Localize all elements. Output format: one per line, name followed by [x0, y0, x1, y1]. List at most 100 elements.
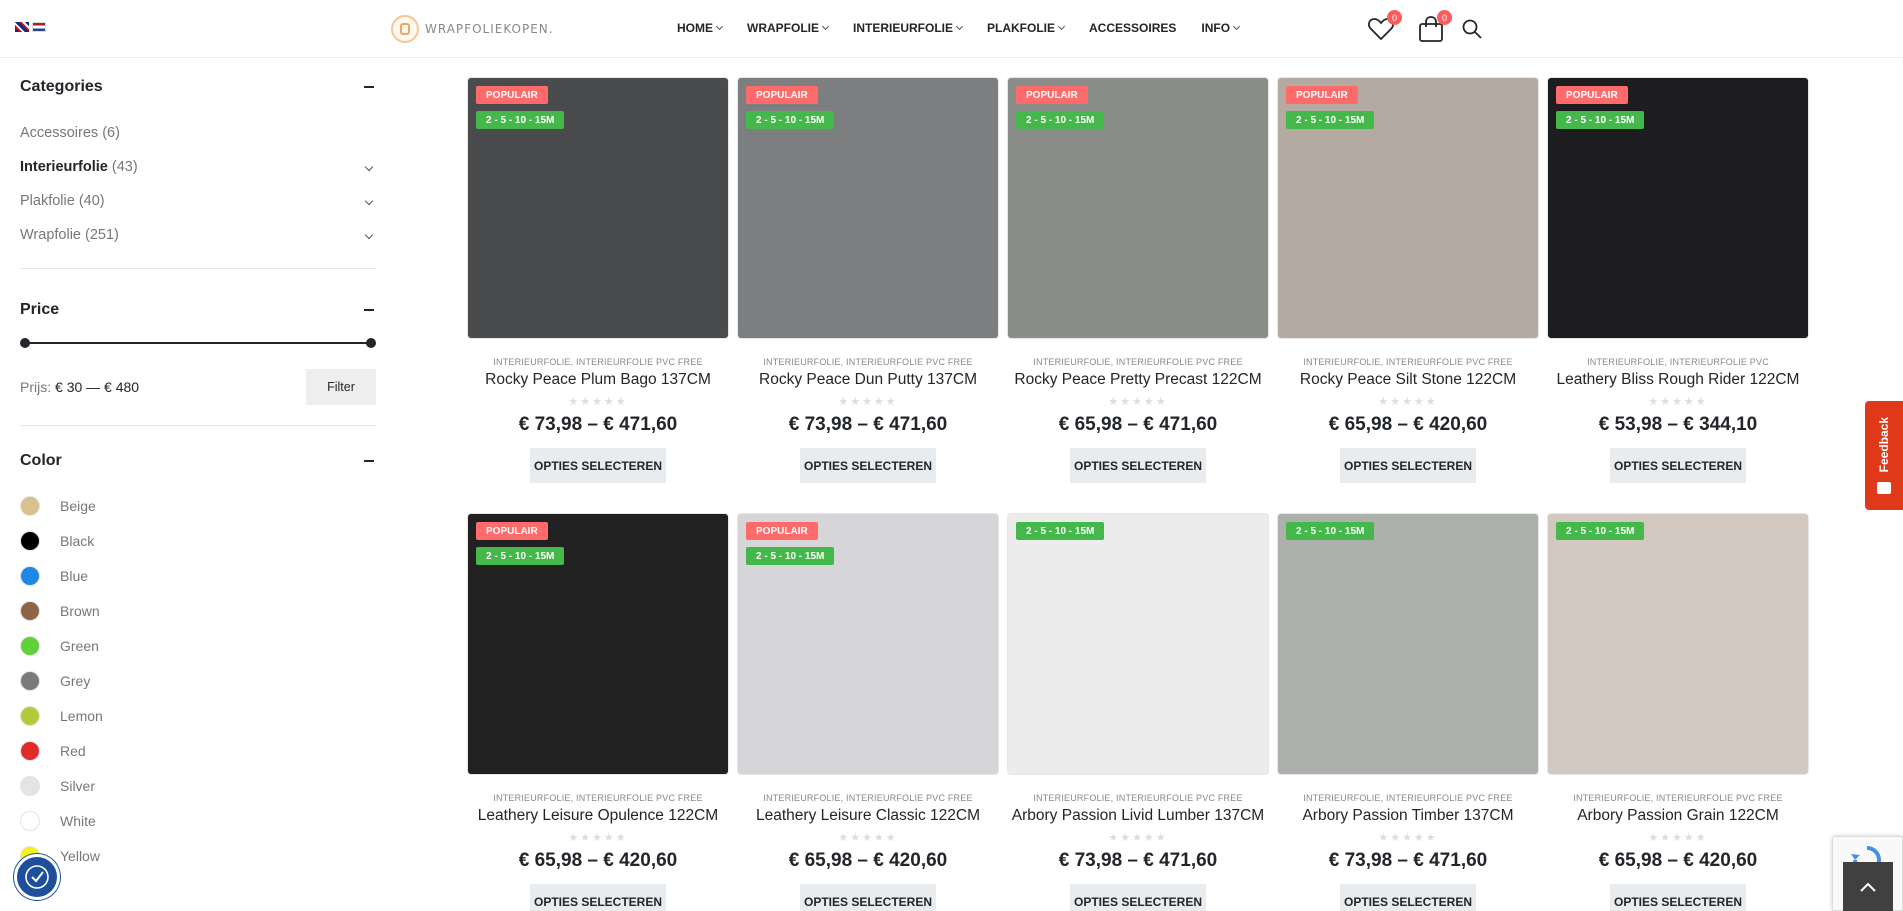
chevron-down-icon[interactable] [364, 162, 374, 172]
price-range-slider[interactable] [20, 337, 376, 349]
chevron-down-icon [955, 22, 964, 31]
category-item-accessoires[interactable]: Accessoires (6) [20, 116, 376, 150]
slider-handle-max[interactable] [366, 338, 376, 348]
slider-handle-min[interactable] [20, 338, 30, 348]
product-categories[interactable]: INTERIEURFOLIE, INTERIEURFOLIE PVC FREE [737, 793, 999, 803]
product-title[interactable]: Rocky Peace Silt Stone 122CM [1277, 371, 1539, 389]
color-option-red[interactable]: Red [20, 733, 376, 768]
color-option-yellow[interactable]: Yellow [20, 838, 376, 873]
product-title[interactable]: Leathery Leisure Opulence 122CM [467, 807, 729, 825]
product-categories[interactable]: INTERIEURFOLIE, INTERIEURFOLIE PVC FREE [737, 357, 999, 367]
chevron-down-icon[interactable] [364, 230, 374, 240]
nav-item-plakfolie[interactable]: PLAKFOLIE [987, 21, 1066, 35]
product-categories[interactable]: INTERIEURFOLIE, INTERIEURFOLIE PVC FREE [1277, 357, 1539, 367]
category-label: Accessoires (6) [20, 125, 120, 141]
filter-button[interactable]: Filter [306, 369, 376, 405]
category-item-plakfolie[interactable]: Plakfolie (40) [20, 184, 376, 218]
product-image[interactable]: POPULAIR 2 - 5 - 10 - 15M [1277, 77, 1539, 339]
chevron-down-icon[interactable] [364, 196, 374, 206]
color-option-grey[interactable]: Grey [20, 663, 376, 698]
nav-item-accessoires[interactable]: ACCESSOIRES [1089, 21, 1176, 35]
color-option-lemon[interactable]: Lemon [20, 698, 376, 733]
product-categories[interactable]: INTERIEURFOLIE, INTERIEURFOLIE PVC FREE [1547, 793, 1809, 803]
select-options-button[interactable]: OPTIES SELECTEREN [530, 884, 666, 911]
product-categories[interactable]: INTERIEURFOLIE, INTERIEURFOLIE PVC [1547, 357, 1809, 367]
product-price: € 73,98 – € 471,60 [518, 414, 678, 435]
select-options-button[interactable]: OPTIES SELECTEREN [1070, 448, 1206, 483]
select-options-button[interactable]: OPTIES SELECTEREN [800, 884, 936, 911]
cart-button[interactable]: 0 [1416, 10, 1452, 44]
color-option-green[interactable]: Green [20, 628, 376, 663]
popular-badge: POPULAIR [476, 522, 548, 540]
product-title[interactable]: Arbory Passion Grain 122CM [1547, 807, 1809, 825]
select-options-button[interactable]: OPTIES SELECTEREN [1340, 884, 1476, 911]
color-option-brown[interactable]: Brown [20, 593, 376, 628]
categories-widget-header[interactable]: Categories [20, 78, 376, 96]
product-price: € 65,98 – € 420,60 [1328, 414, 1488, 435]
product-image[interactable]: 2 - 5 - 10 - 15M [1007, 513, 1269, 775]
category-list: Accessoires (6) Interieurfolie (43) Plakfo… [20, 116, 376, 252]
length-badge: 2 - 5 - 10 - 15M [1556, 522, 1645, 540]
product-image[interactable]: POPULAIR 2 - 5 - 10 - 15M [1547, 77, 1809, 339]
product-image[interactable]: POPULAIR 2 - 5 - 10 - 15M [1007, 77, 1269, 339]
select-options-button[interactable]: OPTIES SELECTEREN [1340, 448, 1476, 483]
category-item-wrapfolie[interactable]: Wrapfolie (251) [20, 218, 376, 252]
product-categories[interactable]: INTERIEURFOLIE, INTERIEURFOLIE PVC FREE [1277, 793, 1539, 803]
product-title[interactable]: Arbory Passion Timber 137CM [1277, 807, 1539, 825]
chevron-down-icon [821, 22, 830, 31]
color-option-black[interactable]: Black [20, 523, 376, 558]
collapse-icon[interactable] [364, 309, 374, 311]
product-title[interactable]: Rocky Peace Pretty Precast 122CM [1007, 371, 1269, 389]
product-categories[interactable]: INTERIEURFOLIE, INTERIEURFOLIE PVC FREE [467, 793, 729, 803]
accessibility-button[interactable] [14, 854, 60, 900]
color-option-blue[interactable]: Blue [20, 558, 376, 593]
wishlist-button[interactable]: 0 [1366, 10, 1402, 44]
product-categories[interactable]: INTERIEURFOLIE, INTERIEURFOLIE PVC FREE [467, 357, 729, 367]
nav-item-info[interactable]: INFO [1201, 21, 1241, 35]
product-title[interactable]: Rocky Peace Plum Bago 137CM [467, 371, 729, 389]
product-title[interactable]: Arbory Passion Livid Lumber 137CM [1007, 807, 1269, 825]
feedback-icon [1877, 482, 1891, 495]
collapse-icon[interactable] [364, 460, 374, 462]
logo[interactable]: WRAPFOLIEKOPEN. [391, 15, 554, 43]
search-button[interactable] [1462, 19, 1482, 39]
select-options-button[interactable]: OPTIES SELECTEREN [1070, 884, 1206, 911]
product-title[interactable]: Rocky Peace Dun Putty 137CM [737, 371, 999, 389]
scroll-to-top-button[interactable] [1843, 862, 1893, 911]
feedback-tab[interactable]: Feedback [1865, 401, 1903, 510]
flag-nl-icon[interactable] [32, 22, 46, 32]
product-title[interactable]: Leathery Leisure Classic 122CM [737, 807, 999, 825]
color-option-silver[interactable]: Silver [20, 768, 376, 803]
product-image[interactable]: POPULAIR 2 - 5 - 10 - 15M [737, 513, 999, 775]
length-badge: 2 - 5 - 10 - 15M [746, 547, 835, 565]
collapse-icon[interactable] [364, 86, 374, 88]
length-badge: 2 - 5 - 10 - 15M [1556, 111, 1645, 129]
category-item-interieurfolie[interactable]: Interieurfolie (43) [20, 150, 376, 184]
select-options-button[interactable]: OPTIES SELECTEREN [530, 448, 666, 483]
product-image[interactable]: 2 - 5 - 10 - 15M [1277, 513, 1539, 775]
price-widget-header[interactable]: Price [20, 301, 376, 319]
product-price: € 65,98 – € 420,60 [788, 850, 948, 871]
select-options-button[interactable]: OPTIES SELECTEREN [1610, 448, 1746, 483]
product-categories[interactable]: INTERIEURFOLIE, INTERIEURFOLIE PVC FREE [1007, 793, 1269, 803]
product-image[interactable]: POPULAIR 2 - 5 - 10 - 15M [737, 77, 999, 339]
select-options-button[interactable]: OPTIES SELECTEREN [800, 448, 936, 483]
product-price: € 65,98 – € 471,60 [1058, 414, 1218, 435]
color-label: Green [60, 637, 99, 654]
color-option-beige[interactable]: Beige [20, 488, 376, 523]
nav-item-home[interactable]: HOME [677, 21, 724, 35]
product-categories[interactable]: INTERIEURFOLIE, INTERIEURFOLIE PVC FREE [1007, 357, 1269, 367]
product-image[interactable]: 2 - 5 - 10 - 15M [1547, 513, 1809, 775]
select-options-button[interactable]: OPTIES SELECTEREN [1610, 884, 1746, 911]
color-list: Beige Black Blue Brown Green Grey Lemon Red Silv… [20, 488, 376, 873]
language-switcher[interactable] [15, 22, 46, 32]
color-widget-header[interactable]: Color [20, 452, 376, 470]
category-name: Interieurfolie [20, 159, 108, 175]
product-image[interactable]: POPULAIR 2 - 5 - 10 - 15M [467, 513, 729, 775]
product-title[interactable]: Leathery Bliss Rough Rider 122CM [1547, 371, 1809, 389]
nav-item-wrapfolie[interactable]: WRAPFOLIE [747, 21, 830, 35]
color-option-white[interactable]: White [20, 803, 376, 838]
flag-en-icon[interactable] [15, 22, 29, 32]
product-image[interactable]: POPULAIR 2 - 5 - 10 - 15M [467, 77, 729, 339]
nav-item-interieurfolie[interactable]: INTERIEURFOLIE [853, 21, 964, 35]
